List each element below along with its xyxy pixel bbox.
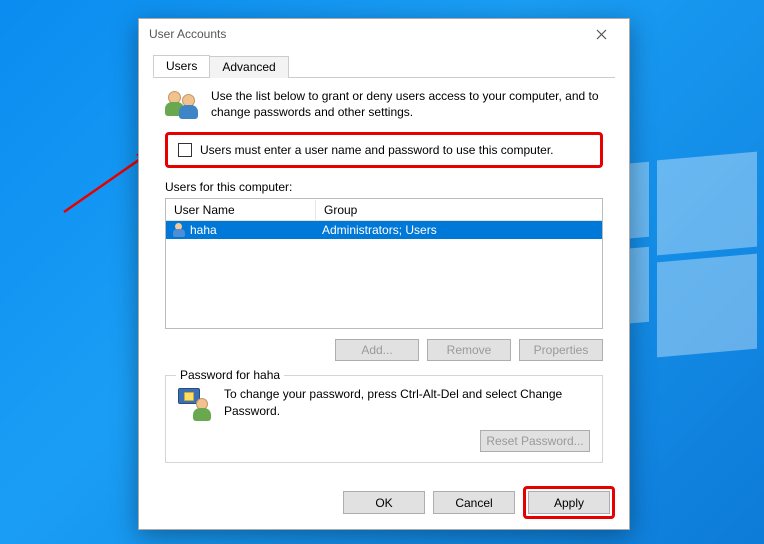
cancel-button[interactable]: Cancel xyxy=(433,491,515,514)
tab-advanced[interactable]: Advanced xyxy=(209,56,288,78)
reset-password-button[interactable]: Reset Password... xyxy=(480,430,590,452)
apply-button[interactable]: Apply xyxy=(528,491,610,514)
require-password-label[interactable]: Users must enter a user name and passwor… xyxy=(200,143,554,157)
users-tab-panel: Use the list below to grant or deny user… xyxy=(153,78,615,471)
add-button[interactable]: Add... xyxy=(335,339,419,361)
titlebar[interactable]: User Accounts xyxy=(139,19,629,49)
ok-button[interactable]: OK xyxy=(343,491,425,514)
user-icon xyxy=(172,223,186,237)
user-accounts-dialog: User Accounts Users Advanced Use the lis… xyxy=(138,18,630,530)
tab-users[interactable]: Users xyxy=(153,55,210,77)
users-table[interactable]: User Name Group haha Administrators; Use… xyxy=(165,198,603,329)
close-icon xyxy=(596,29,607,40)
cell-username: haha xyxy=(166,222,316,238)
table-header: User Name Group xyxy=(166,199,602,221)
dialog-title: User Accounts xyxy=(149,27,226,41)
properties-button[interactable]: Properties xyxy=(519,339,603,361)
require-password-checkbox-row: Users must enter a user name and passwor… xyxy=(165,132,603,168)
column-header-username[interactable]: User Name xyxy=(166,200,316,220)
users-icon xyxy=(165,88,199,120)
password-icon xyxy=(178,386,212,420)
password-fieldset: Password for haha To change your passwor… xyxy=(165,375,603,463)
password-instructions: To change your password, press Ctrl-Alt-… xyxy=(224,386,590,420)
remove-button[interactable]: Remove xyxy=(427,339,511,361)
password-legend: Password for haha xyxy=(176,368,284,382)
dialog-footer: OK Cancel Apply xyxy=(343,486,615,519)
close-button[interactable] xyxy=(581,20,621,48)
table-row[interactable]: haha Administrators; Users xyxy=(166,221,602,239)
apply-highlight: Apply xyxy=(523,486,615,519)
desktop-background: User Accounts Users Advanced Use the lis… xyxy=(0,0,764,544)
column-header-group[interactable]: Group xyxy=(316,200,602,220)
require-password-checkbox[interactable] xyxy=(178,143,192,157)
username-text: haha xyxy=(190,223,217,237)
intro-text: Use the list below to grant or deny user… xyxy=(211,88,603,120)
tab-strip: Users Advanced xyxy=(153,55,615,78)
users-list-label: Users for this computer: xyxy=(165,180,603,194)
cell-group: Administrators; Users xyxy=(316,222,602,238)
